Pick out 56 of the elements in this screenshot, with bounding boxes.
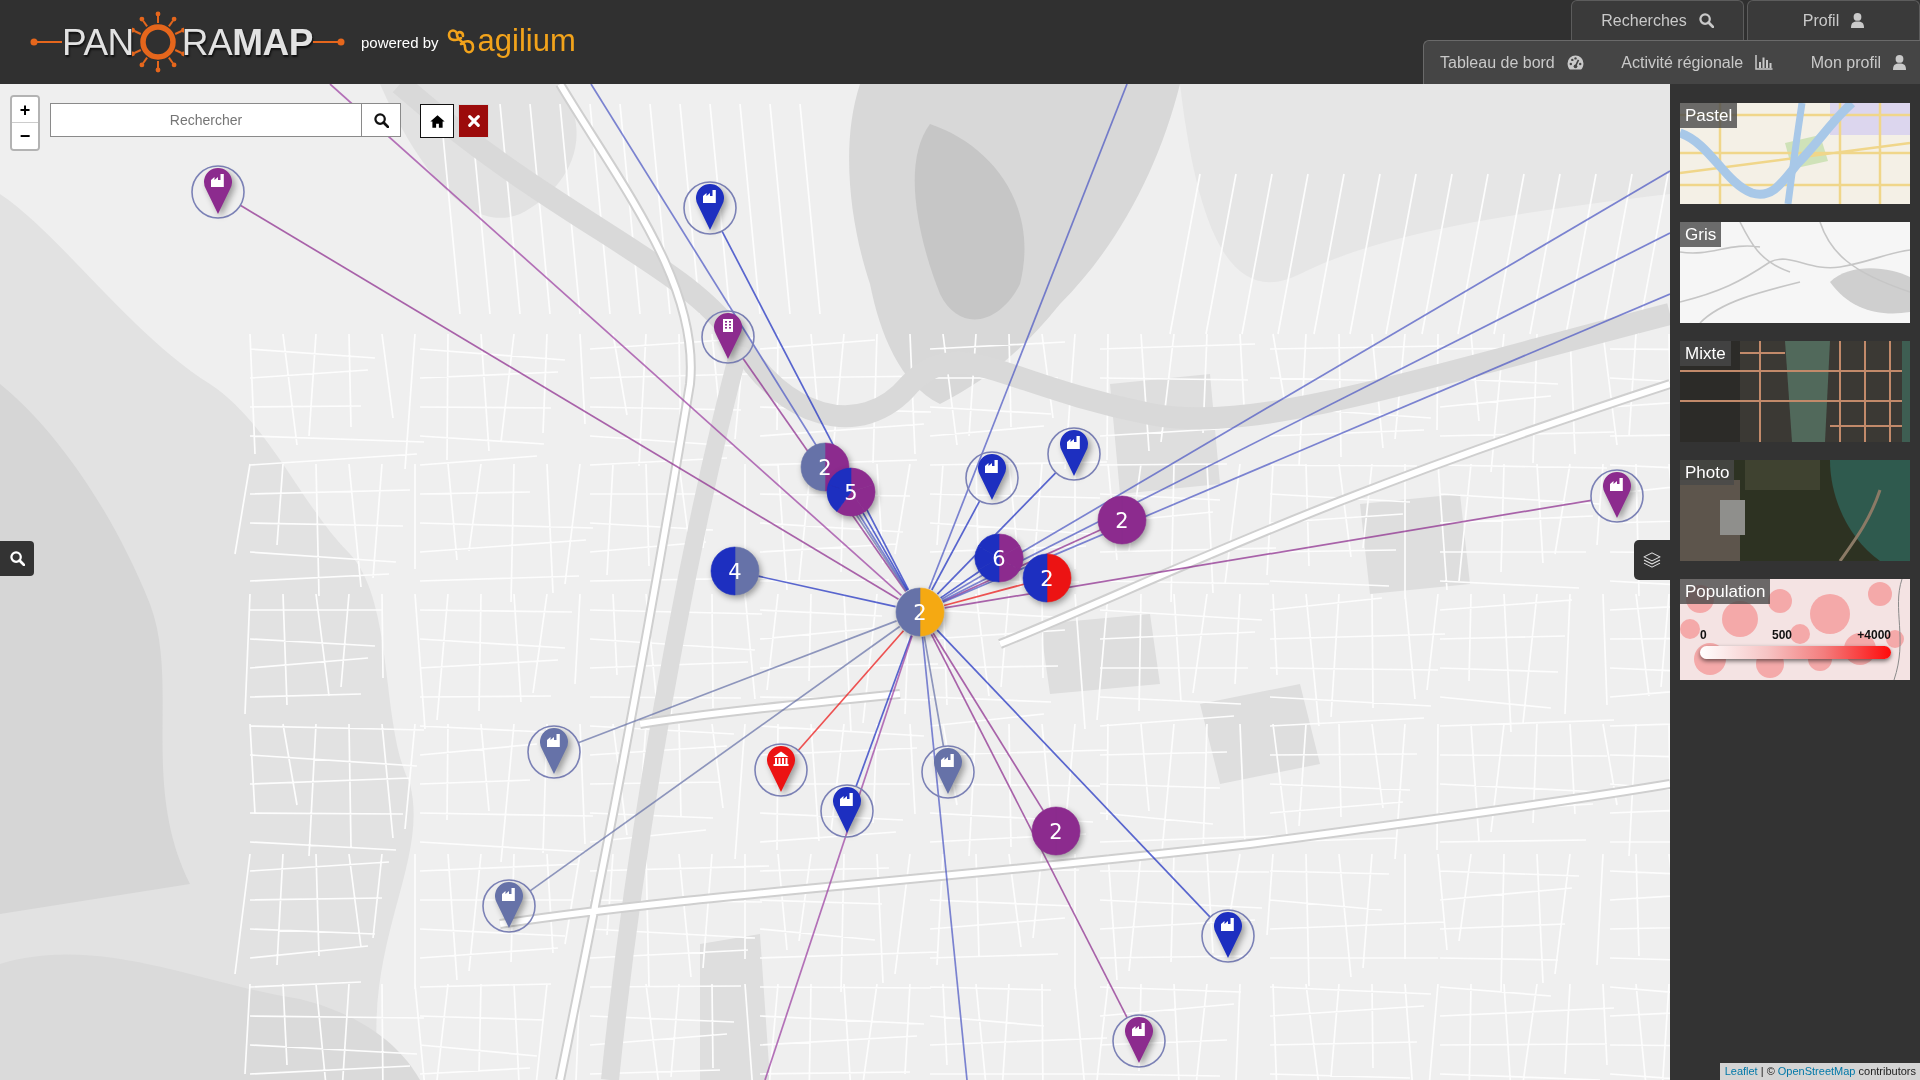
columned-building-pin-icon[interactable] (754, 743, 808, 797)
search-icon (373, 112, 389, 128)
sun-ring-icon (131, 9, 184, 75)
legend-value: 0 (1700, 629, 1707, 641)
layer-option[interactable]: Pastel (1680, 103, 1910, 204)
factory-pin-icon[interactable] (482, 879, 536, 933)
close-icon (467, 115, 480, 127)
cluster-marker[interactable]: 2 (1097, 495, 1147, 545)
cluster-marker[interactable]: 2 (1031, 806, 1081, 856)
header-tab[interactable]: Profil (1747, 0, 1920, 40)
layer-option[interactable]: Photo (1680, 460, 1910, 561)
factory-pin-icon[interactable] (1590, 469, 1644, 523)
zoom-out-button[interactable]: − (12, 123, 38, 149)
layers-toggle-button[interactable] (1634, 540, 1670, 580)
home-icon (429, 114, 445, 128)
factory-pin-icon[interactable] (527, 725, 581, 779)
legend-value: 500 (1771, 629, 1792, 641)
layer-option[interactable]: Population 0 500 +4000 (1680, 579, 1910, 680)
search-field[interactable]: Rechercher (50, 103, 361, 137)
logo-text: PAN (62, 23, 134, 61)
nav-link[interactable]: Tableau de bord (1440, 50, 1584, 75)
search-button[interactable] (361, 103, 401, 137)
search-icon (1698, 13, 1714, 28)
factory-pin-icon[interactable] (683, 181, 737, 235)
factory-pin-icon[interactable] (921, 745, 975, 799)
powered-by-text: powered by (361, 33, 439, 54)
factory-pin-icon[interactable] (820, 784, 874, 838)
layer-option[interactable]: Gris (1680, 222, 1910, 323)
factory-pin-icon[interactable] (1112, 1014, 1166, 1068)
nav-link[interactable]: Activité régionale (1621, 50, 1774, 75)
nav-link[interactable]: Mon profil (1810, 50, 1906, 75)
building-pin-icon[interactable] (701, 310, 755, 364)
factory-pin-icon[interactable] (1201, 909, 1255, 963)
attribution-text: Leaflet | © OpenStreetMap contributors (1719, 1063, 1920, 1080)
partner-logo-text: agilium (477, 24, 576, 56)
home-button[interactable] (420, 104, 454, 138)
cluster-marker[interactable]: 6 (974, 533, 1024, 583)
header-tab[interactable]: Recherches (1571, 0, 1744, 40)
logo-line-icon (313, 37, 345, 47)
logo-line-icon (30, 37, 62, 47)
zoom-in-button[interactable]: + (12, 97, 38, 123)
gauge-icon (1566, 55, 1584, 70)
user-icon (1851, 13, 1865, 28)
factory-pin-icon[interactable] (1047, 427, 1101, 481)
bar-chart-icon (1755, 55, 1774, 70)
factory-pin-icon[interactable] (191, 165, 245, 219)
search-panel-toggle[interactable] (0, 541, 34, 576)
factory-pin-icon[interactable] (965, 451, 1019, 505)
layers-icon (1643, 552, 1661, 568)
close-button[interactable] (458, 104, 489, 138)
search-icon (9, 551, 25, 566)
cluster-marker[interactable]: 4 (710, 546, 760, 596)
layer-option[interactable]: Mixte (1680, 341, 1910, 442)
logo-text: RAMAP (181, 23, 313, 61)
legend-value: +4000 (1857, 629, 1891, 641)
user-icon (1893, 55, 1906, 70)
